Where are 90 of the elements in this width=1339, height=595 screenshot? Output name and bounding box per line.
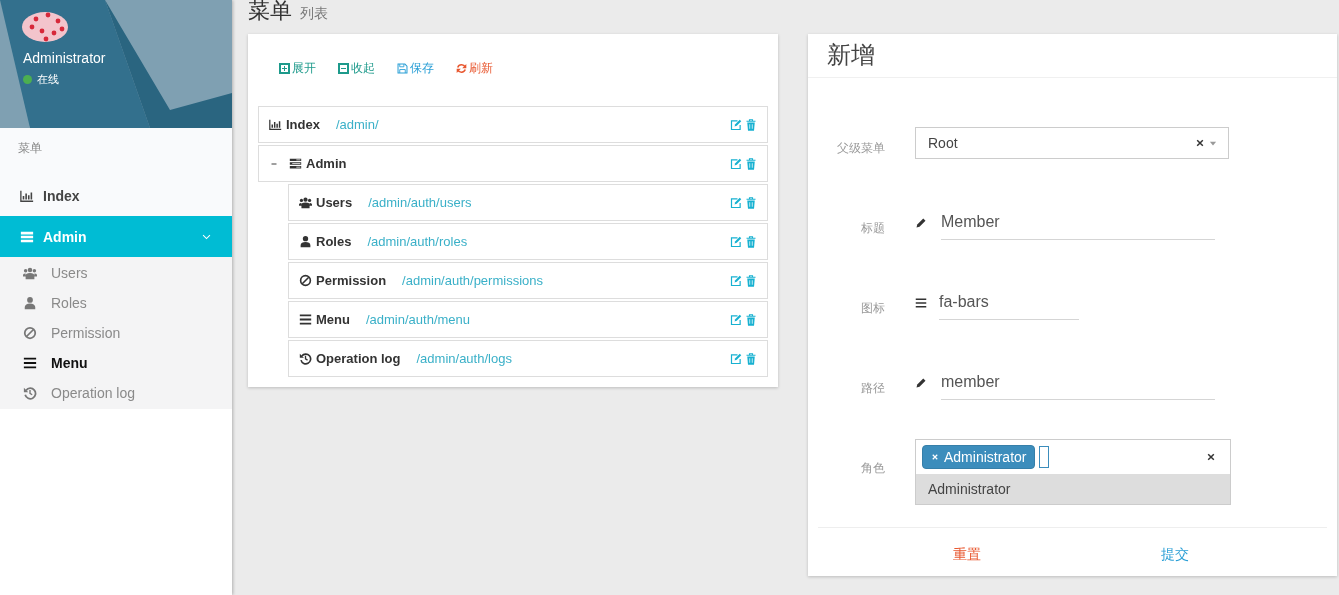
node-title: Users [316,195,353,210]
tag[interactable]: Administrator [922,445,1036,469]
select-field[interactable]: Root [915,127,1229,159]
node-link[interactable]: /admin/auth/logs [416,351,512,366]
floppy-icon [397,63,408,74]
node-title: Index [286,117,320,132]
page-subtitle: 列表 [300,5,328,23]
trash-icon [745,235,757,248]
page-title: 菜单 [248,0,292,25]
tree-node[interactable]: Menu /admin/auth/menu [288,301,768,338]
close-icon [1195,138,1205,148]
field-label: 角色 [860,460,885,477]
pencil-icon [915,217,927,229]
edit-icon [730,313,742,326]
node-title: Menu [316,312,350,327]
ban-icon [23,326,37,340]
users-icon [299,196,312,209]
node-title: Operation log [316,351,401,366]
refresh-icon [456,63,467,74]
field-label: 图标 [860,300,885,317]
plus-square-icon [279,63,290,74]
toolbar-button[interactable]: 收起 [338,60,375,77]
trash-icon [745,157,757,170]
trash-icon [745,196,757,209]
tree-node[interactable]: Admin [258,145,768,182]
trash-icon [745,118,757,131]
form-title: 新增 [827,40,875,71]
node-title: Admin [306,156,347,171]
field-label: 标题 [860,220,885,237]
users-icon [23,266,37,280]
sidebar-item[interactable]: Index [0,175,232,216]
toolbar-button[interactable]: 展开 [279,60,316,77]
menu-icon [23,356,37,370]
input-field[interactable]: fa-bars [939,287,1079,320]
submit-button[interactable]: 提交 [1161,546,1189,576]
sidebar-header: 菜单 [17,140,43,157]
dropdown-option[interactable]: Administrator [916,474,1230,504]
minus-square-icon [338,63,349,74]
sidebar-subitem[interactable]: Operation log [0,378,232,408]
trash-icon [745,352,757,365]
node-title: Roles [316,234,352,249]
history-icon [299,352,312,365]
edit-icon [730,235,742,248]
sidebar-subitem[interactable]: Permission [0,318,232,348]
edit-icon [730,274,742,287]
tree-node[interactable]: Roles /admin/auth/roles [288,223,768,260]
node-title: Permission [316,273,387,288]
reset-button[interactable]: 重置 [953,546,981,576]
pencil-icon [915,377,927,389]
sidebar-subitem[interactable]: Users [0,258,232,288]
tree-node[interactable]: Permission /admin/auth/permissions [288,262,768,299]
search-input[interactable] [1039,446,1050,468]
tree-node[interactable]: Operation log /admin/auth/logs [288,340,768,377]
node-link[interactable]: /admin/auth/users [368,195,472,210]
tree-node[interactable]: Users /admin/auth/users [288,184,768,221]
input-field[interactable]: Member [941,207,1215,240]
user-icon [299,235,312,248]
toolbar-button[interactable]: 保存 [397,60,434,77]
close-icon [1206,452,1216,462]
tree-node[interactable]: Index /admin/ [258,106,768,143]
chart-icon [269,118,282,131]
history-icon [23,386,37,400]
field-label: 父级菜单 [836,140,885,157]
input-field[interactable]: member [941,367,1215,400]
sidebar-item[interactable]: Admin [0,216,232,257]
toolbar-button[interactable]: 刷新 [456,60,493,77]
ban-icon [299,274,312,287]
trash-icon [745,274,757,287]
field-label: 路径 [860,380,885,397]
list-icon [289,157,302,170]
node-link[interactable]: /admin/auth/roles [367,234,468,249]
edit-icon [730,352,742,365]
chart-icon [20,188,34,203]
user-name: Administrator [23,50,107,66]
list-icon [20,229,34,244]
edit-icon [730,118,742,131]
trash-icon [745,313,757,326]
node-link[interactable]: /admin/ [335,117,379,132]
sidebar-subitem[interactable]: Roles [0,288,232,318]
node-link[interactable]: /admin/auth/permissions [402,273,543,288]
node-link[interactable]: /admin/auth/menu [365,312,471,327]
sidebar-subitem[interactable]: Menu [0,348,232,378]
user-icon [23,296,37,310]
edit-icon [730,157,742,170]
menu-icon [299,313,312,326]
edit-icon [730,196,742,209]
close-icon [931,453,939,461]
user-status: 在线 [37,72,59,87]
menu-icon [915,297,927,309]
online-status-dot [23,75,32,84]
